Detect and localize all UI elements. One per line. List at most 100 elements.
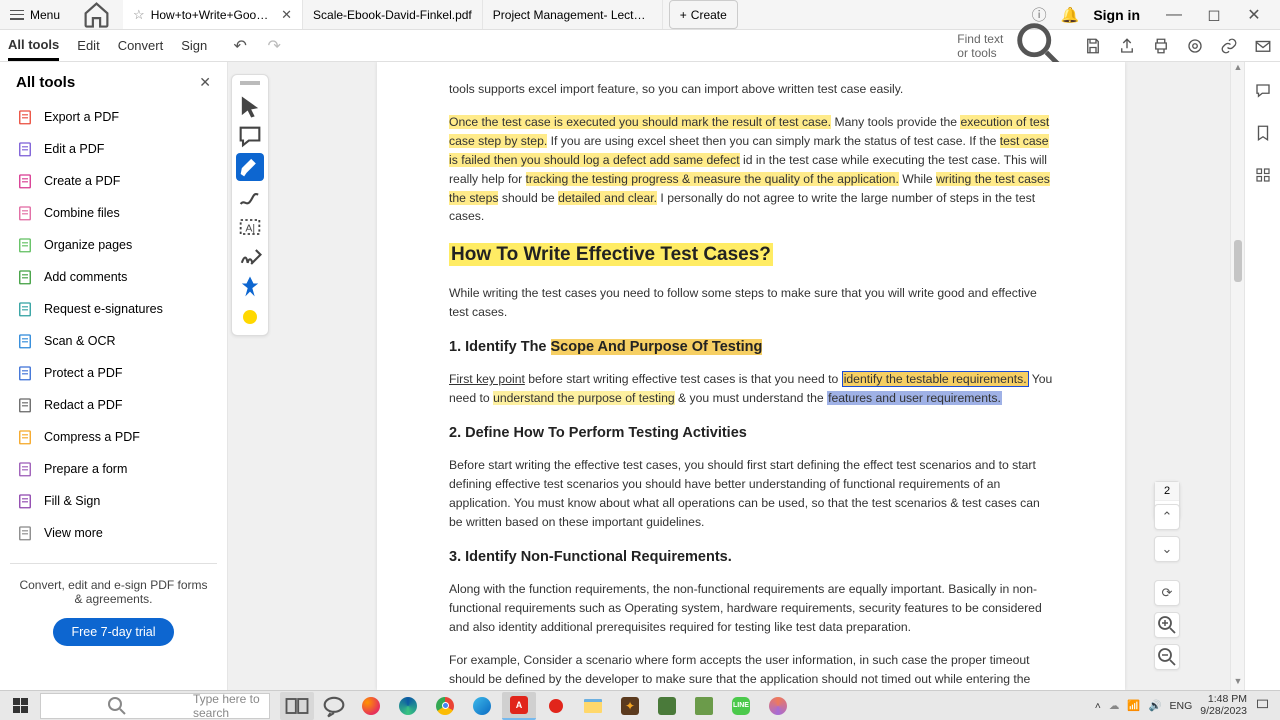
- annotate-toolbar: A|: [231, 74, 269, 336]
- sidebar-item[interactable]: Add comments: [10, 261, 217, 293]
- tab-edit[interactable]: Edit: [77, 30, 99, 61]
- scroll-down-icon[interactable]: ▼: [1231, 676, 1245, 690]
- mail-icon[interactable]: [1254, 37, 1272, 55]
- tool-icon: [16, 492, 34, 510]
- firefox-icon[interactable]: [354, 692, 388, 720]
- paragraph: tools supports excel import feature, so …: [449, 80, 1053, 99]
- sidebar-item[interactable]: Compress a PDF: [10, 421, 217, 453]
- sidebar-item[interactable]: Fill & Sign: [10, 485, 217, 517]
- chrome-icon[interactable]: [428, 692, 462, 720]
- sidebar-item-label: Edit a PDF: [44, 142, 104, 156]
- sidebar-item[interactable]: Redact a PDF: [10, 389, 217, 421]
- panel-bookmark-icon[interactable]: [1254, 124, 1272, 142]
- app-icon-4[interactable]: [761, 692, 795, 720]
- tab-2[interactable]: Project Management- Lecture 2...: [483, 0, 663, 29]
- vertical-scrollbar[interactable]: ▲ ▼: [1230, 62, 1244, 690]
- app-icon-3[interactable]: [687, 692, 721, 720]
- nav-down-button[interactable]: ⌄: [1154, 536, 1180, 562]
- color-dot-icon: [243, 310, 257, 324]
- sidebar-item[interactable]: Protect a PDF: [10, 357, 217, 389]
- color-picker[interactable]: [236, 303, 264, 331]
- taskbar: Type here to search A ✦ LINE ˄ ☁ 📶 🔊 ENG…: [0, 690, 1280, 720]
- record-icon[interactable]: [539, 692, 573, 720]
- heading-3: 1. Identify The Scope And Purpose Of Tes…: [449, 336, 1053, 358]
- app-icon-2[interactable]: [650, 692, 684, 720]
- app-icon-1[interactable]: ✦: [613, 692, 647, 720]
- acrobat-icon[interactable]: A: [502, 692, 536, 720]
- cursor-icon[interactable]: [236, 93, 264, 121]
- sidebar-item-label: Export a PDF: [44, 110, 119, 124]
- grip-icon[interactable]: [240, 81, 260, 85]
- comment-icon[interactable]: [236, 123, 264, 151]
- signature-icon[interactable]: [236, 243, 264, 271]
- tray-notifications-icon[interactable]: [1255, 697, 1270, 715]
- sidebar-item[interactable]: View more: [10, 517, 217, 549]
- textbox-icon[interactable]: A|: [236, 213, 264, 241]
- tool-icon: [16, 428, 34, 446]
- tray-onedrive-icon[interactable]: ☁: [1109, 700, 1120, 712]
- page-current[interactable]: 2: [1155, 482, 1179, 501]
- pin-icon[interactable]: [236, 273, 264, 301]
- redo-icon[interactable]: ↷: [265, 37, 283, 55]
- edge-icon[interactable]: [391, 692, 425, 720]
- close-icon[interactable]: ✕: [281, 7, 292, 23]
- ai-icon[interactable]: [1186, 37, 1204, 55]
- share-icon[interactable]: [1118, 37, 1136, 55]
- browser-icon[interactable]: [465, 692, 499, 720]
- scroll-up-icon[interactable]: ▲: [1231, 62, 1245, 76]
- sidebar-title: All tools: [16, 74, 75, 91]
- sidebar-divider: [10, 563, 217, 564]
- sidebar-item[interactable]: Edit a PDF: [10, 133, 217, 165]
- draw-icon[interactable]: [236, 183, 264, 211]
- tab-all-tools[interactable]: All tools: [8, 30, 59, 61]
- tab-active[interactable]: ☆ How+to+Write+Good+T... ✕: [123, 0, 303, 29]
- create-button[interactable]: + Create: [669, 0, 738, 29]
- explorer-icon[interactable]: [576, 692, 610, 720]
- undo-icon[interactable]: ↶: [231, 37, 249, 55]
- sidebar-item[interactable]: Scan & OCR: [10, 325, 217, 357]
- tab-sign[interactable]: Sign: [181, 30, 207, 61]
- trial-button[interactable]: Free 7-day trial: [53, 618, 173, 646]
- sidebar-close-icon[interactable]: ✕: [199, 74, 211, 91]
- panel-grid-icon[interactable]: [1254, 166, 1272, 184]
- tray-clock[interactable]: 1:48 PM 9/28/2023: [1200, 694, 1247, 717]
- save-icon[interactable]: [1084, 37, 1102, 55]
- tray-wifi-icon[interactable]: 📶: [1127, 699, 1140, 712]
- sidebar-item[interactable]: Prepare a form: [10, 453, 217, 485]
- doc-viewport[interactable]: tools supports excel import feature, so …: [272, 62, 1230, 690]
- line-icon[interactable]: LINE: [724, 692, 758, 720]
- home-button[interactable]: [70, 0, 123, 29]
- sidebar-item[interactable]: Organize pages: [10, 229, 217, 261]
- tool-icon: [16, 396, 34, 414]
- start-button[interactable]: [0, 691, 40, 720]
- sidebar-item-label: View more: [44, 526, 103, 540]
- heading-3: 3. Identify Non-Functional Requirements.: [449, 546, 1053, 568]
- scroll-thumb[interactable]: [1234, 240, 1242, 282]
- nav-up-button[interactable]: ⌃: [1154, 504, 1180, 530]
- link-icon[interactable]: [1220, 37, 1238, 55]
- zoom-out-button[interactable]: [1154, 644, 1180, 670]
- taskbar-search[interactable]: Type here to search: [40, 693, 270, 719]
- sidebar-item-label: Fill & Sign: [44, 494, 100, 508]
- rotate-button[interactable]: ⟳: [1154, 580, 1180, 606]
- zoom-in-button[interactable]: [1154, 612, 1180, 638]
- tray-chevron-icon[interactable]: ˄: [1095, 700, 1101, 712]
- chat-icon[interactable]: [317, 692, 351, 720]
- sidebar-item[interactable]: Create a PDF: [10, 165, 217, 197]
- tray-volume-icon[interactable]: 🔊: [1148, 699, 1161, 712]
- menu-button[interactable]: Menu: [0, 8, 70, 22]
- sidebar-item[interactable]: Combine files: [10, 197, 217, 229]
- tab-convert[interactable]: Convert: [118, 30, 164, 61]
- tool-list: Export a PDF Edit a PDF Create a PDFCombin…: [10, 101, 217, 549]
- panel-comments-icon[interactable]: [1254, 82, 1272, 100]
- tray-lang[interactable]: ENG: [1170, 700, 1193, 712]
- sidebar-item[interactable]: Export a PDF: [10, 101, 217, 133]
- tool-icon: [16, 108, 34, 126]
- task-view-icon[interactable]: [280, 692, 314, 720]
- tab-1[interactable]: Scale-Ebook-David-Finkel.pdf: [303, 0, 483, 29]
- sidebar-item[interactable]: Request e-signatures: [10, 293, 217, 325]
- highlighter-icon[interactable]: [236, 153, 264, 181]
- hamburger-icon: [10, 10, 24, 20]
- taskbar-apps: A ✦ LINE: [280, 691, 795, 720]
- print-icon[interactable]: [1152, 37, 1170, 55]
